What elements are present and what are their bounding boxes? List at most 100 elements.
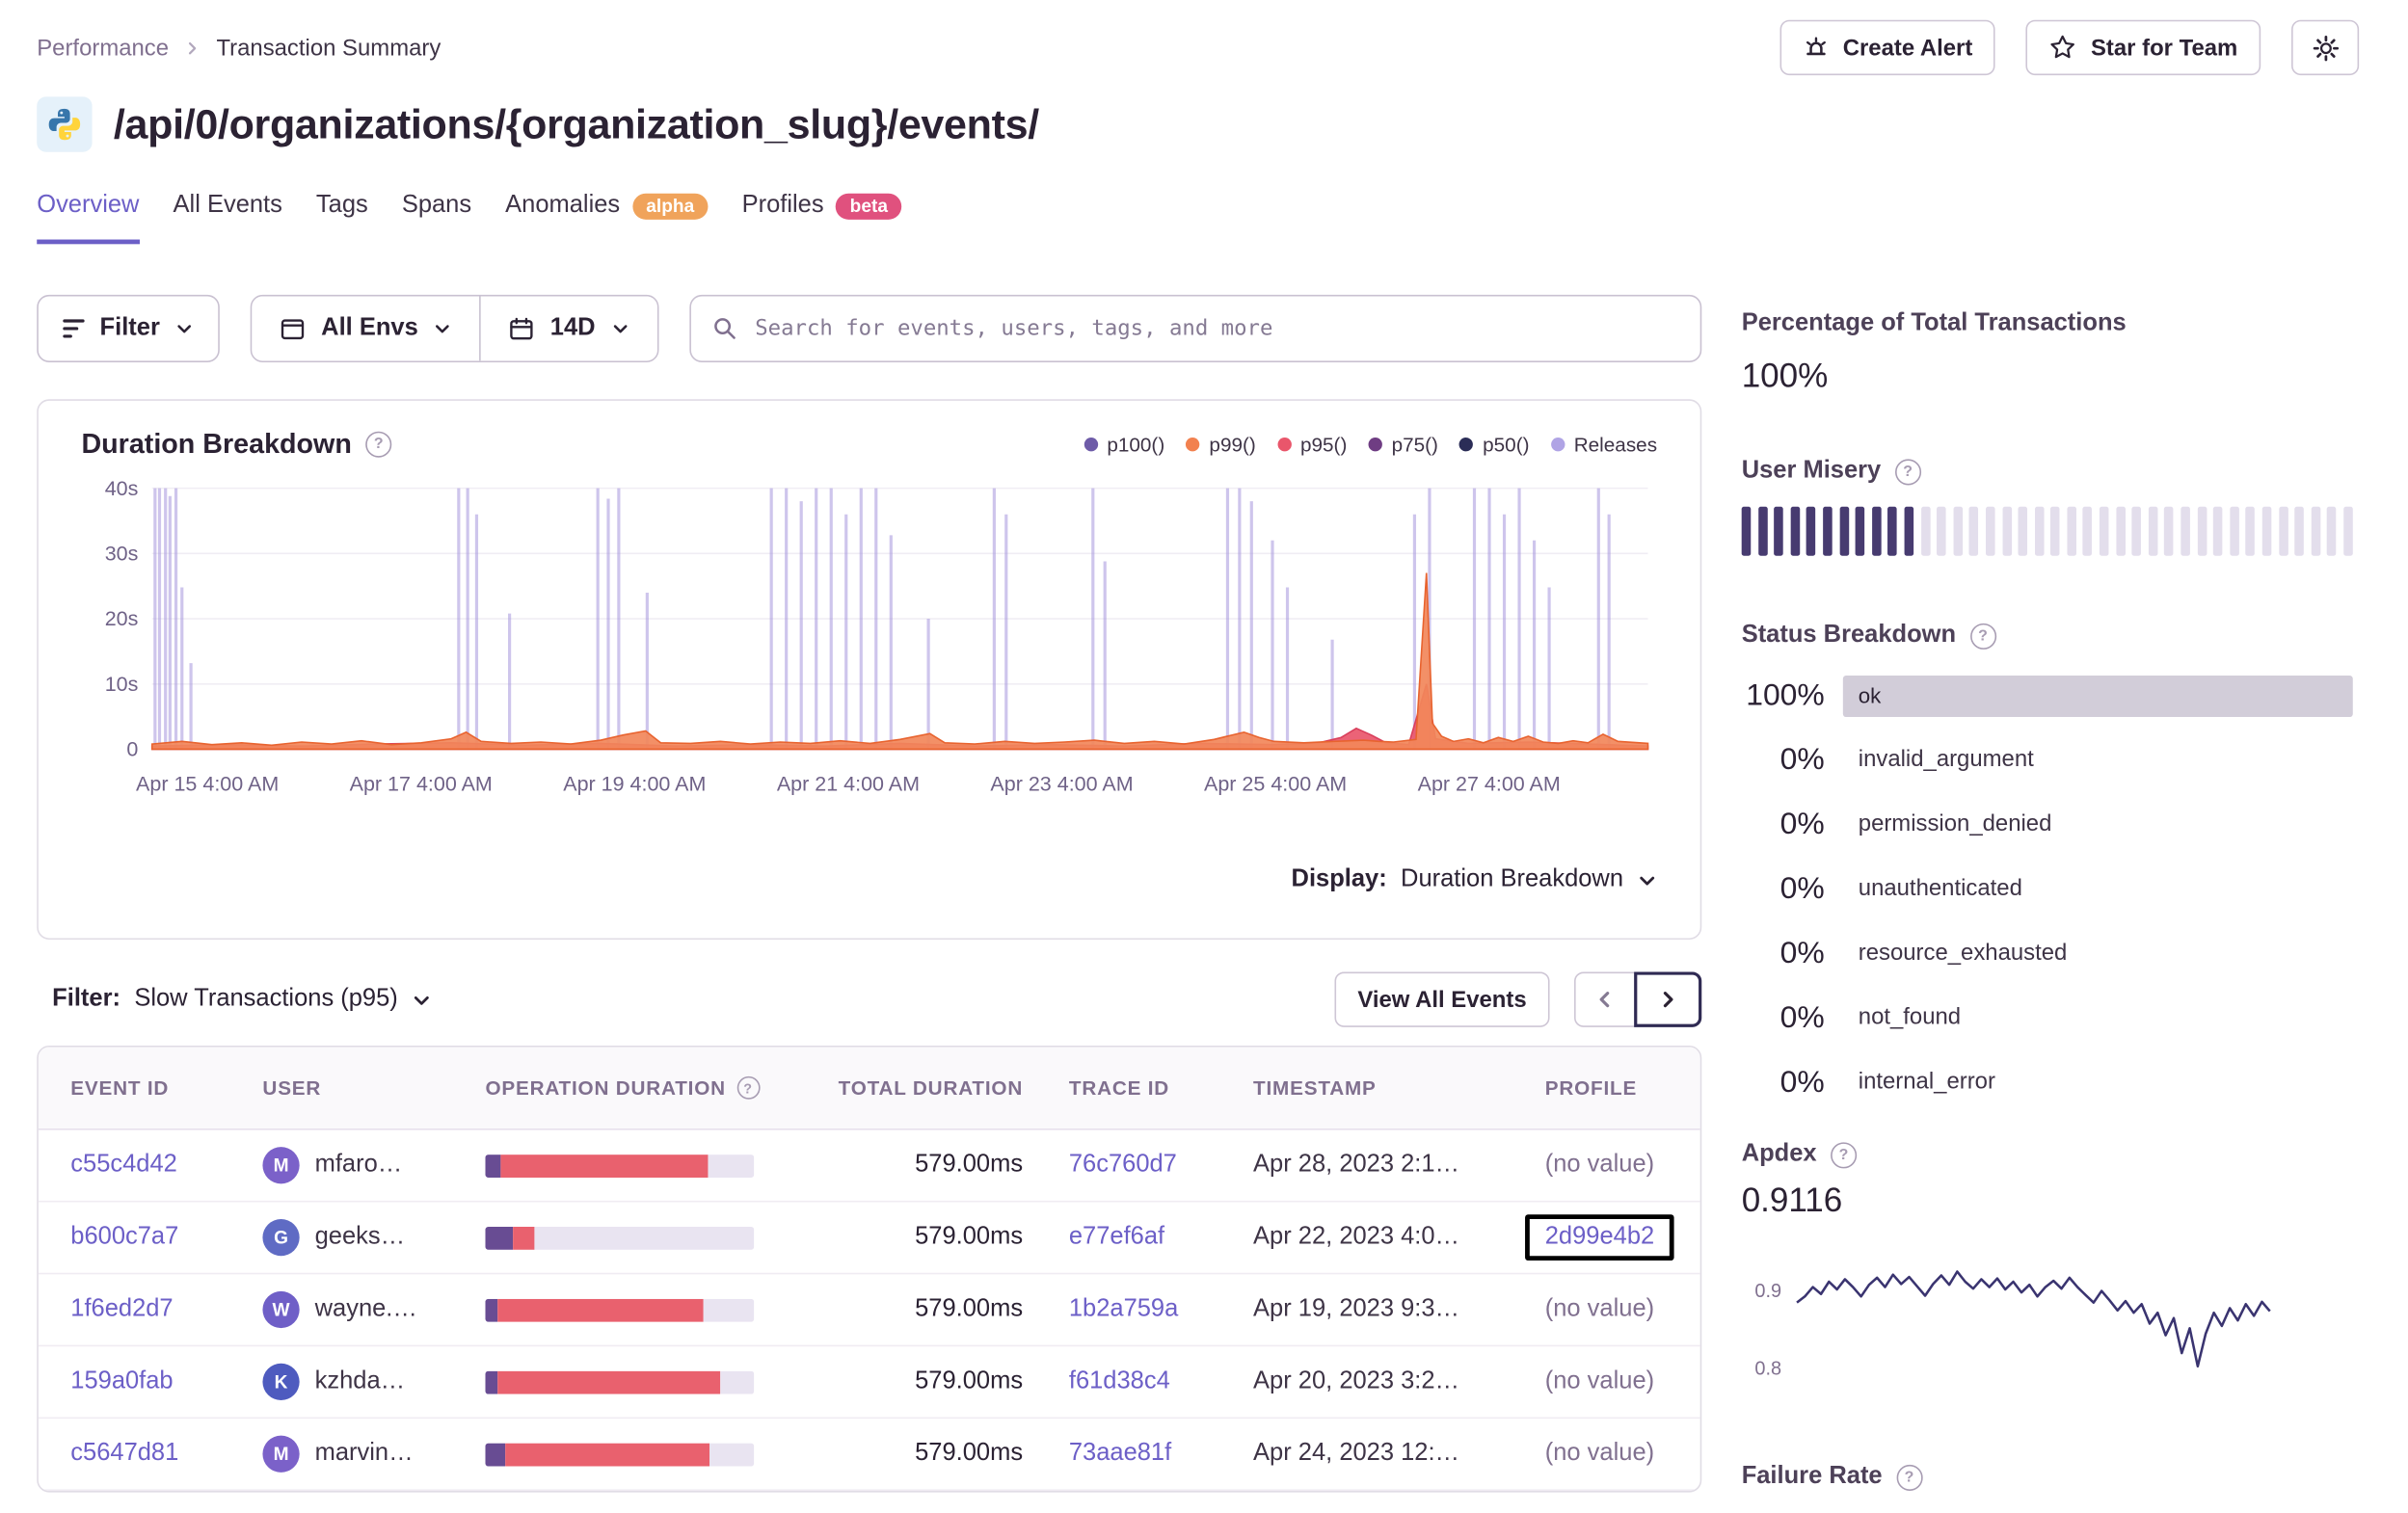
- misery-tick: [2327, 506, 2337, 556]
- tab-overview[interactable]: Overview: [37, 192, 140, 245]
- legend-label: p99(): [1209, 433, 1256, 457]
- star-for-team-button[interactable]: Star for Team: [2026, 19, 2261, 76]
- legend-dot-icon: [1084, 438, 1098, 452]
- settings-button[interactable]: [2291, 19, 2360, 76]
- status-label: permission_denied: [1858, 810, 2052, 837]
- tab-all-events-label: All Events: [173, 192, 282, 219]
- event-id-link[interactable]: b600c7a7: [70, 1224, 178, 1250]
- operation-bar-segment: [708, 1154, 755, 1178]
- tab-all-events[interactable]: All Events: [174, 192, 282, 244]
- help-icon[interactable]: ?: [736, 1075, 760, 1100]
- status-row: 0% unauthenticated: [1742, 857, 2353, 921]
- status-detail: invalid_argument: [1843, 746, 2353, 774]
- legend-dot-icon: [1550, 438, 1565, 452]
- legend-item[interactable]: p75(): [1368, 433, 1438, 456]
- column-total-duration[interactable]: TOTAL DURATION: [816, 1076, 1069, 1100]
- misery-tick: [2197, 506, 2207, 556]
- search-input[interactable]: [752, 314, 1679, 343]
- status-row: 0% permission_denied: [1742, 792, 2353, 857]
- misery-tick: [2181, 506, 2190, 556]
- duration-breakdown-card: Duration Breakdown ? p100() p99() p95() p75…: [37, 399, 1702, 941]
- view-all-events-label: View All Events: [1357, 986, 1527, 1013]
- legend-item[interactable]: p99(): [1186, 433, 1256, 457]
- trace-id-link[interactable]: 73aae81f: [1069, 1440, 1171, 1466]
- table-row: 1f6ed2d7 Wwayne.… 579.00ms 1b2a759a Apr 19, …: [38, 1274, 1700, 1347]
- operation-bar-segment: [500, 1154, 709, 1178]
- breadcrumb-performance[interactable]: Performance: [37, 35, 169, 61]
- operation-duration-bar: [485, 1226, 755, 1250]
- help-icon[interactable]: ?: [1895, 1464, 1923, 1491]
- duration-breakdown-title: Duration Breakdown: [81, 428, 352, 460]
- tab-tags[interactable]: Tags: [316, 192, 368, 244]
- timestamp-cell: Apr 20, 2023 3:2…: [1253, 1367, 1460, 1394]
- user-name: wayne.…: [314, 1295, 417, 1322]
- legend-item[interactable]: p100(): [1084, 433, 1164, 456]
- help-icon[interactable]: ?: [365, 431, 392, 458]
- view-all-events-button[interactable]: View All Events: [1334, 971, 1550, 1027]
- event-id-link[interactable]: 1f6ed2d7: [70, 1296, 173, 1322]
- legend-item[interactable]: p95(): [1277, 433, 1347, 456]
- environment-dropdown[interactable]: All Envs: [252, 296, 480, 361]
- previous-page-button[interactable]: [1574, 971, 1636, 1027]
- misery-tick: [2261, 506, 2272, 556]
- status-label: ok: [1858, 682, 1882, 708]
- display-label: Display:: [1291, 865, 1387, 892]
- tab-profiles[interactable]: Profiles beta: [742, 192, 902, 244]
- filter-dropdown-button[interactable]: Filter: [37, 294, 221, 362]
- profile-cell: 2d99e4b2: [1525, 1214, 1700, 1261]
- operation-bar-segment: [485, 1226, 514, 1250]
- operation-bar-segment: [485, 1154, 501, 1178]
- misery-tick: [2311, 506, 2320, 556]
- column-profile[interactable]: PROFILE: [1545, 1076, 1700, 1100]
- transaction-summary-page: Performance Transaction Summary Create A…: [0, 0, 2408, 1513]
- trace-id-link[interactable]: f61d38c4: [1069, 1368, 1170, 1394]
- status-percentage: 100%: [1746, 677, 1825, 712]
- trace-id-link[interactable]: 76c760d7: [1069, 1152, 1177, 1178]
- chevron-right-icon: [1663, 992, 1673, 1008]
- transactions-filter-value: Slow Transactions (p95): [134, 985, 398, 1012]
- legend-item[interactable]: Releases: [1550, 433, 1657, 456]
- search-bar[interactable]: [688, 294, 1702, 362]
- user-name: kzhda…: [314, 1367, 406, 1394]
- user-misery-heading: User Misery?: [1742, 458, 2353, 486]
- profile-link-focused[interactable]: 2d99e4b2: [1525, 1214, 1674, 1261]
- column-operation-duration[interactable]: OPERATION DURATION?: [485, 1075, 816, 1100]
- legend-dot-icon: [1368, 438, 1383, 452]
- sidebar: Percentage of Total Transactions 100% Us…: [1741, 310, 2353, 1512]
- event-id-link[interactable]: 159a0fab: [70, 1368, 173, 1394]
- transactions-filter-dropdown[interactable]: Filter: Slow Transactions (p95): [37, 986, 432, 1014]
- column-label: TOTAL DURATION: [838, 1075, 1024, 1100]
- table-row: c5647d81 Mmarvin… 579.00ms 73aae81f Apr 24, …: [38, 1419, 1700, 1491]
- operation-duration-cell: [485, 1442, 816, 1466]
- column-trace-id[interactable]: TRACE ID: [1069, 1076, 1253, 1100]
- legend-dot-icon: [1459, 438, 1474, 452]
- help-icon[interactable]: ?: [1969, 623, 1996, 650]
- tab-anomalies[interactable]: Anomalies alpha: [505, 192, 709, 244]
- event-id-link[interactable]: c55c4d42: [70, 1152, 177, 1178]
- status-detail: unauthenticated: [1843, 875, 2353, 903]
- column-event-id[interactable]: EVENT ID: [70, 1076, 262, 1100]
- help-icon[interactable]: ?: [1830, 1141, 1858, 1168]
- column-label: TRACE ID: [1068, 1075, 1170, 1100]
- create-alert-button[interactable]: Create Alert: [1779, 19, 1996, 76]
- column-user[interactable]: USER: [262, 1076, 485, 1100]
- help-icon[interactable]: ?: [1894, 458, 1921, 485]
- tab-spans[interactable]: Spans: [402, 192, 471, 244]
- total-duration-cell: 579.00ms: [915, 1367, 1024, 1394]
- event-id-link[interactable]: c5647d81: [70, 1440, 178, 1466]
- column-label: TIMESTAMP: [1253, 1075, 1377, 1100]
- failure-rate-heading: Failure Rate?: [1742, 1463, 2353, 1491]
- column-timestamp[interactable]: TIMESTAMP: [1253, 1076, 1545, 1100]
- display-selector[interactable]: Display: Duration Breakdown: [39, 854, 1700, 918]
- status-row: 100% ok: [1742, 663, 2353, 728]
- trace-id-cell: 73aae81f: [1069, 1440, 1253, 1468]
- operation-bar-segment: [485, 1298, 498, 1321]
- trace-id-link[interactable]: e77ef6af: [1069, 1224, 1164, 1250]
- trace-id-link[interactable]: 1b2a759a: [1069, 1296, 1178, 1322]
- next-page-button[interactable]: [1634, 971, 1702, 1027]
- chart-legend: p100() p99() p95() p75() p50() Releases: [1084, 433, 1657, 456]
- title-row: /api/0/organizations/{organization_slug}…: [37, 96, 2359, 152]
- legend-item[interactable]: p50(): [1459, 433, 1530, 456]
- date-range-dropdown[interactable]: 14D: [479, 296, 657, 361]
- misery-tick: [1790, 506, 1800, 556]
